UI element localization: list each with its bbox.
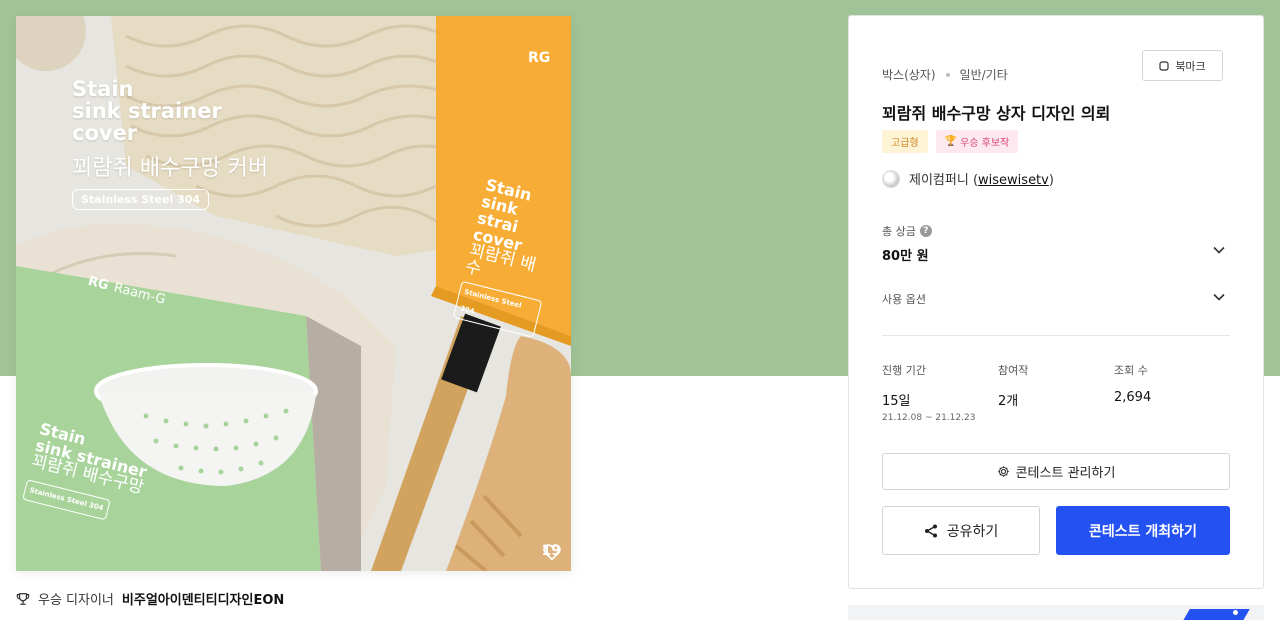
- heart-icon: [542, 544, 561, 561]
- stat-views-value: 2,694: [1114, 390, 1152, 405]
- image-title-line: Stain: [72, 77, 134, 101]
- separator-dot: [945, 72, 950, 77]
- share-label: 공유하기: [946, 523, 999, 540]
- host-handle-link[interactable]: wisewisetv: [978, 173, 1049, 188]
- image-title-line: sink strainer: [72, 99, 222, 123]
- stat-period-value: 15일: [882, 394, 911, 409]
- winning-designer-label: 우승 디자이너: [38, 593, 114, 608]
- banner-graphic: [1233, 610, 1238, 615]
- banner-graphic: [1178, 609, 1250, 620]
- trophy-icon: [16, 592, 30, 605]
- prize-label: 총 상금 ?: [882, 223, 932, 239]
- host-info[interactable]: 제이컴퍼니 (wisewisetv): [882, 169, 1054, 188]
- bookmark-icon: [1159, 60, 1169, 71]
- share-button[interactable]: 공유하기: [882, 506, 1040, 555]
- category-label[interactable]: 박스(상자): [882, 66, 936, 83]
- divider: [882, 335, 1230, 336]
- host-contest-button[interactable]: 콘테스트 개최하기: [1056, 506, 1230, 555]
- host-company: 제이컴퍼니: [909, 173, 969, 188]
- manage-contest-button[interactable]: 콘테스트 관리하기: [882, 453, 1230, 490]
- contest-title: 꾀람쥐 배수구망 상자 디자인 의뢰: [882, 104, 1111, 123]
- usage-options-label[interactable]: 사용 옵션: [882, 291, 926, 307]
- gear-icon: [997, 466, 1009, 477]
- badge-group: 고급형 🏆 우승 후보작: [882, 130, 1019, 153]
- promo-banner[interactable]: [848, 605, 1264, 620]
- image-title: Stain sink strainer cover: [72, 78, 292, 144]
- chevron-down-icon[interactable]: [1212, 290, 1226, 304]
- image-subtitle: 꾀람쥐 배수구망 커버: [72, 156, 269, 181]
- stat-period-label: 진행 기간: [882, 364, 926, 377]
- help-icon[interactable]: ?: [919, 225, 932, 237]
- winning-designer-name[interactable]: 비주얼아이덴티티디자인EON: [122, 589, 284, 608]
- trophy-icon: 🏆: [944, 136, 958, 147]
- bookmark-label: 북마크: [1175, 59, 1206, 73]
- like-button[interactable]: 19: [542, 543, 561, 561]
- category-breadcrumb: 박스(상자) 일반/기타: [882, 66, 1008, 83]
- candidate-badge: 🏆 우승 후보작: [935, 130, 1019, 153]
- stat-period: 진행 기간 15일 21.12.08 ~ 21.12.23: [882, 362, 975, 423]
- prize-value: 80만 원: [882, 249, 929, 264]
- stat-entries-value: 2개: [998, 394, 1019, 409]
- stat-entries-label: 참여작: [998, 364, 1029, 377]
- contest-info-card: 박스(상자) 일반/기타 북마크 꾀람쥐 배수구망 상자 디자인 의뢰 고급형 …: [848, 15, 1264, 589]
- image-title-line: cover: [72, 121, 138, 145]
- prize-label-text: 총 상금: [882, 225, 916, 238]
- stat-views-label: 조회 수: [1114, 364, 1148, 377]
- winning-designer: 우승 디자이너 비주얼아이덴티티디자인EON: [16, 589, 284, 608]
- host-avatar: [882, 169, 900, 188]
- premium-badge-label: 고급형: [891, 138, 919, 149]
- manage-contest-label: 콘테스트 관리하기: [1015, 466, 1116, 481]
- premium-badge: 고급형: [882, 130, 928, 153]
- subcategory-label[interactable]: 일반/기타: [960, 66, 1008, 83]
- stat-views: 조회 수 2,694: [1114, 362, 1151, 405]
- image-material-pill: Stainless Steel 304: [72, 189, 210, 210]
- candidate-badge-label: 우승 후보작: [960, 138, 1010, 149]
- share-icon: [924, 524, 937, 537]
- orange-box-brand-mark: RG: [528, 50, 551, 66]
- chevron-down-icon[interactable]: [1212, 243, 1226, 257]
- product-image[interactable]: Stain sink strainer cover 꾀람쥐 배수구망 커버 St…: [16, 16, 571, 571]
- stat-entries: 참여작 2개: [998, 362, 1028, 409]
- stat-period-range: 21.12.08 ~ 21.12.23: [882, 413, 976, 423]
- host-name: 제이컴퍼니 (wisewisetv): [909, 173, 1054, 188]
- bookmark-button[interactable]: 북마크: [1142, 50, 1223, 81]
